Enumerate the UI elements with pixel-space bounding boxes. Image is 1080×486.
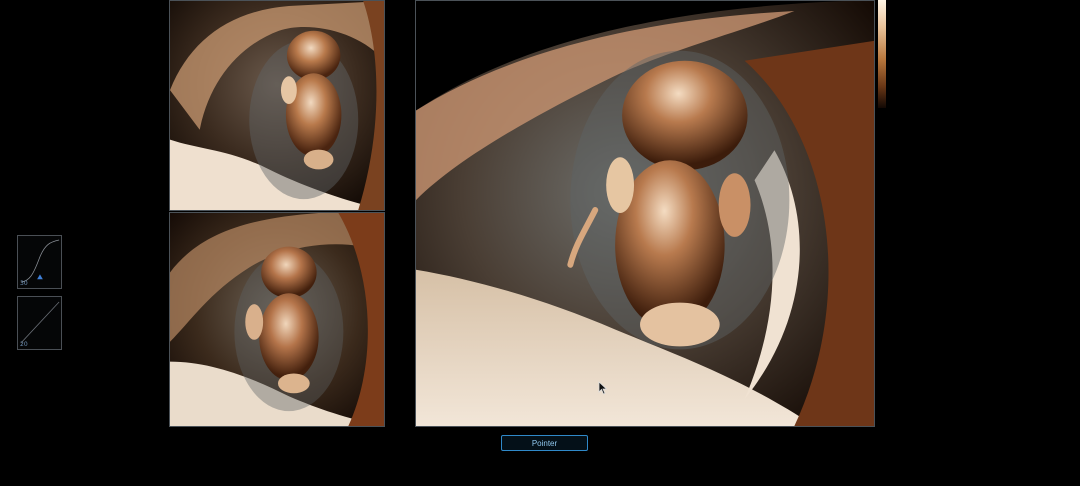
- fetus-render-image: [170, 1, 384, 210]
- tone-curve-preset-2[interactable]: 20: [17, 296, 62, 350]
- fetus-render-image: [416, 1, 874, 426]
- render-viewport-main[interactable]: [415, 0, 875, 427]
- render-viewport-top-left[interactable]: [169, 0, 385, 211]
- tone-curve-preset-1[interactable]: 30: [17, 235, 62, 289]
- tone-curve-label: 30: [20, 280, 28, 287]
- fetus-render-image: [170, 213, 384, 426]
- color-map-bar: [878, 0, 886, 108]
- render-viewport-bottom-left[interactable]: [169, 212, 385, 427]
- curve-marker-icon: [37, 274, 43, 280]
- tone-curve-label: 20: [20, 341, 28, 348]
- ultrasound-3d-screen: 30 20 Pointer: [0, 0, 1080, 486]
- arrow-cursor-icon: [598, 381, 608, 395]
- pointer-button[interactable]: Pointer: [501, 435, 588, 451]
